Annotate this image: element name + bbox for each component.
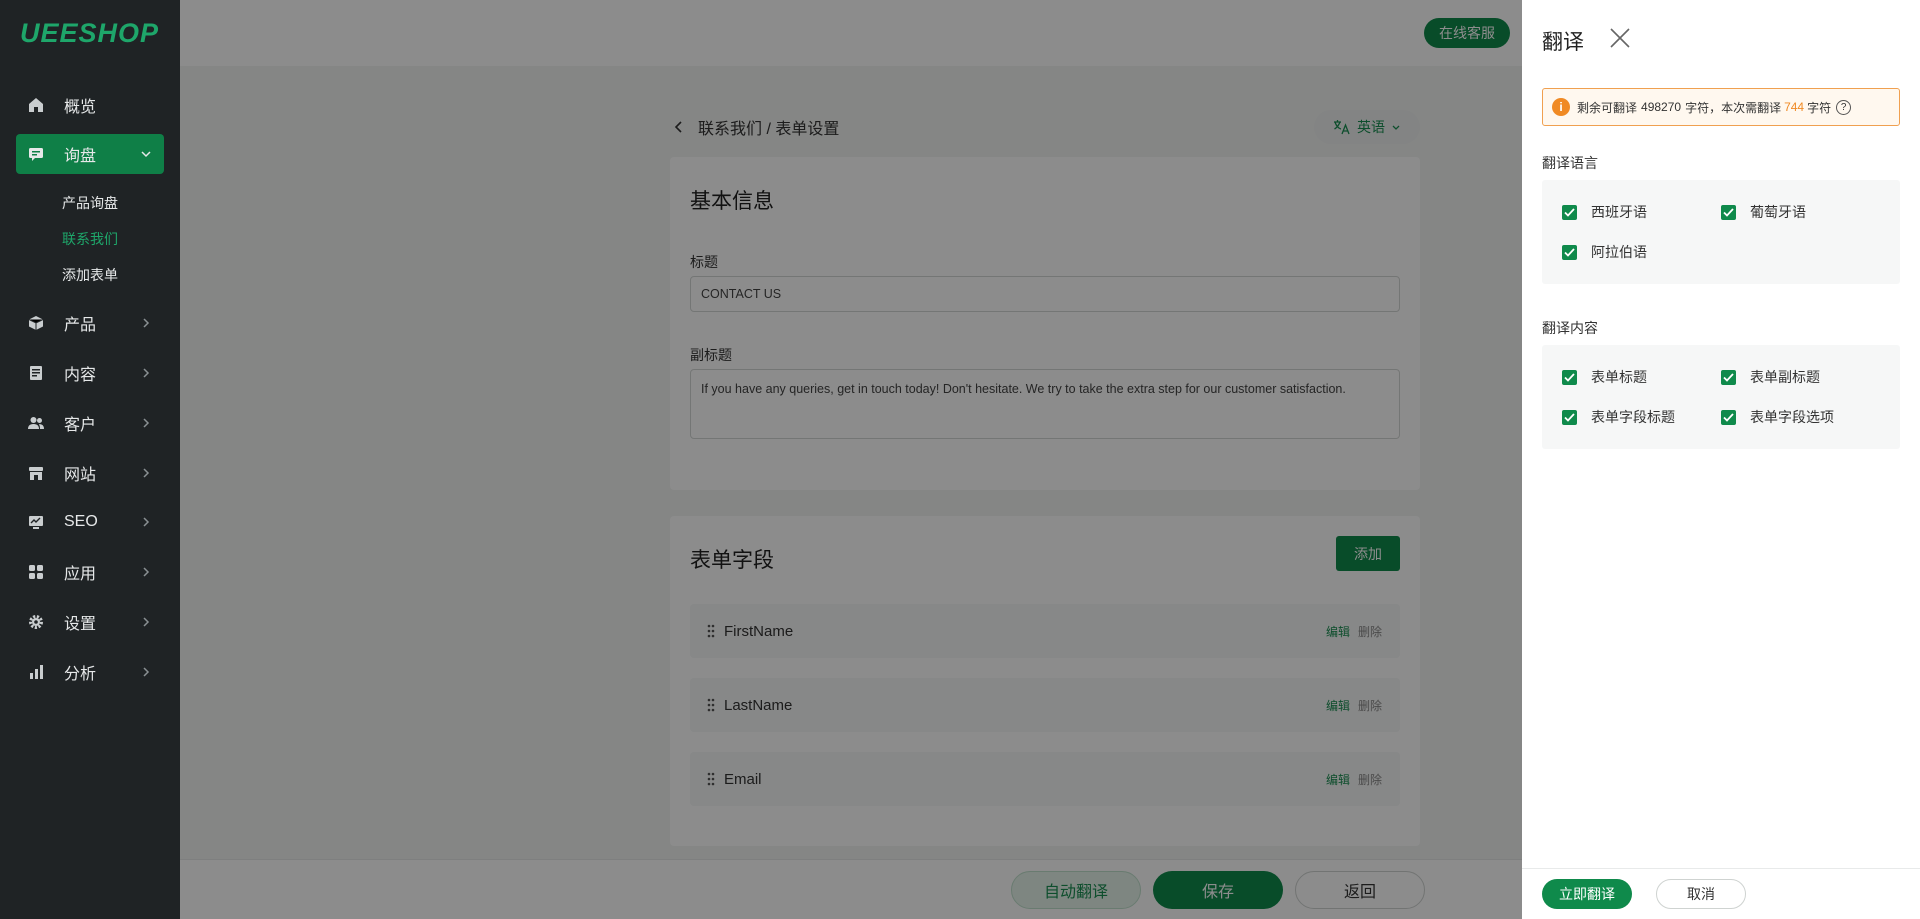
notice-text: 字符，本次需翻译 [1685, 100, 1782, 115]
message-icon [26, 144, 46, 164]
remaining-count: 498270 [1641, 100, 1682, 114]
sidebar-item-inquiry[interactable]: 询盘 [16, 134, 164, 174]
language-checkbox[interactable]: 葡萄牙语 [1721, 202, 1806, 222]
sidebar-item-label: 内容 [64, 367, 97, 384]
sidebar-item-products[interactable]: 产品 [16, 303, 164, 343]
checkbox-checked-icon [1721, 204, 1736, 220]
content-checkbox[interactable]: 表单字段选项 [1721, 407, 1834, 427]
checkbox-checked-icon [1721, 369, 1736, 385]
monitor-icon [26, 512, 46, 532]
sidebar-subitem-add-form[interactable]: 添加表单 [62, 265, 118, 285]
checkbox-label: 表单副标题 [1750, 369, 1820, 385]
close-icon[interactable] [1608, 26, 1632, 50]
checkbox-checked-icon [1721, 409, 1736, 425]
chevron-right-icon [143, 667, 150, 677]
help-icon[interactable]: ? [1836, 99, 1852, 115]
sidebar-subitem-contact-us[interactable]: 联系我们 [62, 229, 118, 249]
chevron-right-icon [143, 517, 150, 527]
apps-icon [26, 562, 46, 582]
checkbox-checked-icon [1562, 409, 1577, 425]
store-icon [26, 463, 46, 483]
checkbox-checked-icon [1562, 369, 1577, 385]
language-checkbox[interactable]: 阿拉伯语 [1562, 242, 1647, 262]
sidebar-item-label: 客户 [64, 417, 97, 434]
checkbox-label: 表单字段选项 [1750, 409, 1834, 425]
language-checkbox[interactable]: 西班牙语 [1562, 202, 1647, 222]
gear-icon [26, 612, 46, 632]
chevron-right-icon [143, 617, 150, 627]
content-checkbox[interactable]: 表单字段标题 [1562, 407, 1675, 427]
content-checkbox[interactable]: 表单副标题 [1721, 367, 1820, 387]
sidebar-item-content[interactable]: 内容 [16, 353, 164, 393]
checkbox-label: 表单标题 [1591, 369, 1647, 385]
modal-overlay[interactable] [180, 0, 1522, 919]
sidebar: UEESHOP 概览 询盘 产品询盘 联系我们 添加表单 产品 内容 客户 网站… [0, 0, 180, 919]
chevron-right-icon [143, 318, 150, 328]
languages-section-label: 翻译语言 [1542, 155, 1598, 171]
checkbox-label: 表单字段标题 [1591, 409, 1675, 425]
info-icon: i [1552, 98, 1570, 116]
sidebar-item-seo[interactable]: SEO [16, 502, 164, 542]
checkbox-checked-icon [1562, 244, 1577, 260]
drawer-title: 翻译 [1542, 31, 1584, 54]
notice-text: 剩余可翻译 [1577, 100, 1638, 115]
sidebar-item-label: SEO [64, 513, 98, 530]
box-icon [26, 313, 46, 333]
app-logo: UEESHOP [20, 18, 160, 48]
sidebar-subitem-product-inquiry[interactable]: 产品询盘 [62, 193, 118, 213]
sidebar-item-label: 产品 [64, 317, 97, 334]
home-icon [26, 95, 46, 115]
languages-box: 西班牙语 葡萄牙语 阿拉伯语 [1542, 180, 1900, 284]
chevron-right-icon [143, 368, 150, 378]
sidebar-item-label: 网站 [64, 467, 97, 484]
chevron-right-icon [143, 418, 150, 428]
sidebar-item-apps[interactable]: 应用 [16, 552, 164, 592]
translate-drawer: 翻译 i 剩余可翻译 498270 字符，本次需翻译 744 字符 ? 翻译语言… [1522, 0, 1920, 919]
drawer-footer-divider [1522, 868, 1920, 869]
translate-now-button[interactable]: 立即翻译 [1542, 879, 1632, 909]
content-checkbox[interactable]: 表单标题 [1562, 367, 1647, 387]
needed-count: 744 [1784, 100, 1805, 114]
content-section-label: 翻译内容 [1542, 320, 1598, 336]
sidebar-item-label: 询盘 [64, 148, 97, 165]
content-box: 表单标题 表单副标题 表单字段标题 表单字段选项 [1542, 345, 1900, 449]
chevron-right-icon [143, 567, 150, 577]
document-icon [26, 363, 46, 383]
sidebar-item-website[interactable]: 网站 [16, 453, 164, 493]
sidebar-item-label: 设置 [64, 616, 97, 633]
sidebar-item-label: 应用 [64, 566, 97, 583]
checkbox-label: 西班牙语 [1591, 204, 1647, 220]
chevron-down-icon [141, 151, 151, 158]
checkbox-label: 阿拉伯语 [1591, 244, 1647, 260]
chevron-right-icon [143, 468, 150, 478]
sidebar-item-settings[interactable]: 设置 [16, 602, 164, 642]
sidebar-item-customers[interactable]: 客户 [16, 403, 164, 443]
sidebar-item-label: 概览 [64, 99, 97, 116]
sidebar-item-analytics[interactable]: 分析 [16, 652, 164, 692]
checkbox-label: 葡萄牙语 [1750, 204, 1806, 220]
quota-notice: i 剩余可翻译 498270 字符，本次需翻译 744 字符 ? [1542, 88, 1900, 126]
cancel-button[interactable]: 取消 [1656, 879, 1746, 909]
checkbox-checked-icon [1562, 204, 1577, 220]
notice-text: 字符 [1807, 100, 1832, 115]
sidebar-item-label: 分析 [64, 666, 97, 683]
users-icon [26, 413, 46, 433]
sidebar-item-overview[interactable]: 概览 [16, 85, 164, 125]
bar-chart-icon [26, 662, 46, 682]
